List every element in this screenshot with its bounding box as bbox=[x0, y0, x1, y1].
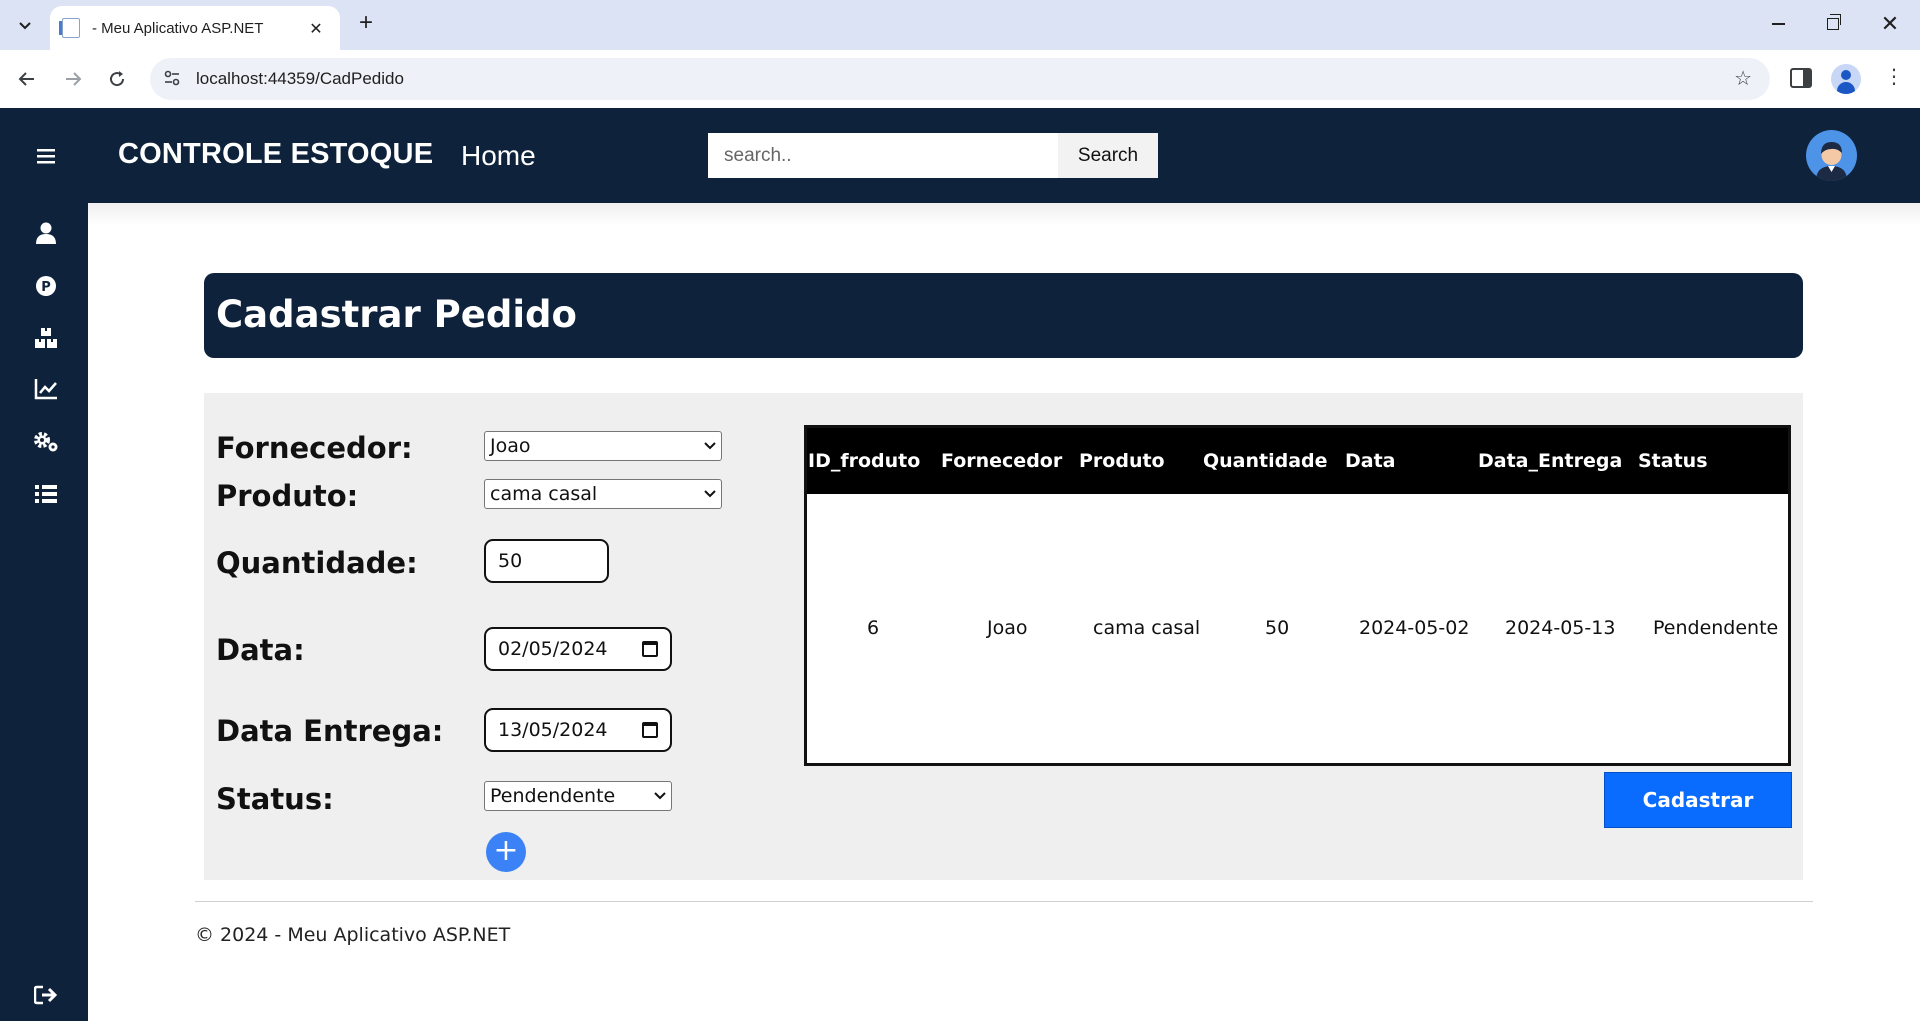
add-item-button[interactable]: + bbox=[486, 832, 526, 872]
profile-icon[interactable] bbox=[1831, 64, 1861, 94]
status-select[interactable]: Pendendente bbox=[484, 781, 672, 811]
main-content: Cadastrar Pedido Fornecedor: Joao Produt… bbox=[88, 203, 1920, 1021]
data-label: Data: bbox=[216, 633, 305, 667]
orders-table: ID_froduto Fornecedor Produto Quantidade… bbox=[804, 425, 1791, 766]
logout-icon[interactable] bbox=[28, 977, 64, 1013]
cadastrar-button[interactable]: Cadastrar bbox=[1604, 772, 1792, 828]
table-cell-quantidade: 50 bbox=[1265, 617, 1290, 639]
data-entrega-value: 13/05/2024 bbox=[498, 719, 608, 741]
produto-label: Produto: bbox=[216, 479, 359, 513]
address-bar[interactable]: localhost:44359/CadPedido ☆ bbox=[150, 58, 1770, 100]
table-cell-fornecedor: Joao bbox=[987, 617, 1028, 639]
boxes-icon[interactable] bbox=[28, 320, 64, 356]
tab-title: - Meu Aplicativo ASP.NET bbox=[92, 19, 264, 37]
calendar-icon[interactable] bbox=[642, 641, 658, 657]
header-shadow bbox=[88, 203, 1920, 225]
table-cell-data-entrega: 2024-05-13 bbox=[1505, 617, 1616, 639]
column-header: Fornecedor bbox=[941, 450, 1063, 472]
arrow-left-icon bbox=[18, 72, 34, 86]
search-button[interactable]: Search bbox=[1058, 133, 1158, 178]
app-header: CONTROLE ESTOQUE Home Search bbox=[88, 108, 1920, 203]
data-value: 02/05/2024 bbox=[498, 638, 608, 660]
page-header: Cadastrar Pedido bbox=[204, 273, 1803, 358]
status-label: Status: bbox=[216, 782, 334, 816]
column-header: Data bbox=[1345, 450, 1396, 472]
browser-toolbar: localhost:44359/CadPedido ☆ ⋮ bbox=[0, 50, 1920, 108]
sidebar: P bbox=[0, 108, 88, 1021]
arrow-right-icon bbox=[66, 72, 82, 86]
chevron-down-icon bbox=[704, 440, 716, 453]
produto-select[interactable]: cama casal bbox=[484, 479, 722, 509]
user-avatar[interactable] bbox=[1806, 130, 1857, 181]
search-input[interactable] bbox=[708, 133, 1058, 178]
list-icon[interactable] bbox=[28, 476, 64, 512]
browser-tabstrip: - Meu Aplicativo ASP.NET ✕ + ✕ bbox=[0, 0, 1920, 50]
forward-button[interactable] bbox=[58, 64, 88, 94]
more-options-icon[interactable]: ⋮ bbox=[1884, 64, 1904, 88]
footer-text: © 2024 - Meu Aplicativo ASP.NET bbox=[195, 924, 511, 946]
column-header: Status bbox=[1638, 450, 1708, 472]
column-header: Produto bbox=[1079, 450, 1165, 472]
column-header: Data_Entrega bbox=[1478, 450, 1623, 472]
fornecedor-selected-value: Joao bbox=[490, 435, 531, 457]
browser-tab[interactable]: - Meu Aplicativo ASP.NET ✕ bbox=[50, 6, 340, 50]
side-panel-icon[interactable] bbox=[1790, 68, 1812, 88]
order-form-panel: Fornecedor: Joao Produto: cama casal Qua… bbox=[204, 393, 1803, 880]
quantidade-value: 50 bbox=[498, 550, 523, 572]
footer-divider bbox=[195, 901, 1813, 902]
gears-icon[interactable] bbox=[28, 424, 64, 460]
table-cell-id: 6 bbox=[867, 617, 880, 639]
quantidade-label: Quantidade: bbox=[216, 546, 418, 580]
window-minimize-button[interactable] bbox=[1760, 8, 1796, 40]
table-header: ID_froduto Fornecedor Produto Quantidade… bbox=[807, 428, 1788, 494]
fornecedor-select[interactable]: Joao bbox=[484, 431, 722, 461]
fornecedor-label: Fornecedor: bbox=[216, 431, 413, 465]
chevron-down-icon bbox=[654, 790, 666, 803]
new-tab-button[interactable]: + bbox=[352, 10, 380, 38]
status-selected-value: Pendendente bbox=[490, 785, 616, 807]
table-cell-status: Pendendente bbox=[1653, 617, 1779, 639]
tab-close-icon[interactable]: ✕ bbox=[304, 19, 328, 38]
svg-text:P: P bbox=[41, 280, 51, 295]
page-title: Cadastrar Pedido bbox=[216, 293, 577, 336]
window-close-button[interactable]: ✕ bbox=[1872, 8, 1908, 40]
parking-icon[interactable]: P bbox=[28, 268, 64, 304]
table-cell-data: 2024-05-02 bbox=[1359, 617, 1470, 639]
url-text[interactable]: localhost:44359/CadPedido bbox=[196, 69, 404, 89]
chevron-down-icon bbox=[704, 488, 716, 501]
brand-title[interactable]: CONTROLE ESTOQUE bbox=[118, 138, 433, 171]
user-icon[interactable] bbox=[28, 215, 64, 251]
produto-selected-value: cama casal bbox=[490, 483, 598, 505]
data-entrega-label: Data Entrega: bbox=[216, 714, 444, 748]
home-link[interactable]: Home bbox=[461, 140, 536, 172]
page-favicon-icon bbox=[59, 18, 80, 38]
chart-line-icon[interactable] bbox=[28, 371, 64, 407]
column-header: ID_froduto bbox=[808, 450, 921, 472]
column-header: Quantidade bbox=[1203, 450, 1328, 472]
quantidade-input[interactable]: 50 bbox=[484, 539, 609, 583]
restore-icon bbox=[1827, 14, 1841, 30]
back-button[interactable] bbox=[12, 64, 42, 94]
reload-icon bbox=[110, 71, 125, 87]
data-date-input[interactable]: 02/05/2024 bbox=[484, 627, 672, 671]
bookmark-star-icon[interactable]: ☆ bbox=[1734, 66, 1752, 90]
window-restore-button[interactable] bbox=[1815, 8, 1851, 40]
data-entrega-date-input[interactable]: 13/05/2024 bbox=[484, 708, 672, 752]
menu-icon[interactable] bbox=[28, 138, 64, 174]
reload-button[interactable] bbox=[102, 64, 132, 94]
table-cell-produto: cama casal bbox=[1093, 617, 1201, 639]
calendar-icon[interactable] bbox=[642, 722, 658, 738]
site-info-icon[interactable] bbox=[162, 69, 182, 89]
tab-search-chevron-icon[interactable] bbox=[10, 10, 40, 40]
minimize-icon bbox=[1771, 23, 1785, 25]
